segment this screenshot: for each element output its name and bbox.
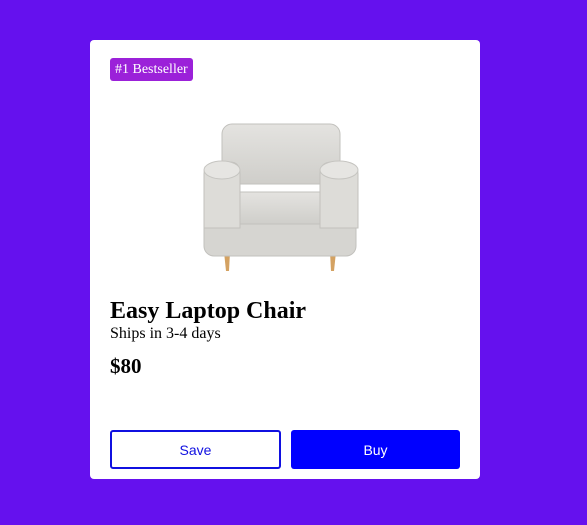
armchair-image: [203, 123, 359, 271]
product-price: $80: [110, 354, 142, 378]
bestseller-badge: #1 Bestseller: [110, 58, 193, 81]
buy-button[interactable]: Buy: [291, 430, 460, 469]
product-card: #1 Bestseller Easy Laptop Chair Ships in…: [90, 40, 480, 479]
shipping-info: Ships in 3-4 days: [110, 325, 221, 342]
save-button[interactable]: Save: [110, 430, 281, 469]
product-title: Easy Laptop Chair: [110, 298, 307, 324]
